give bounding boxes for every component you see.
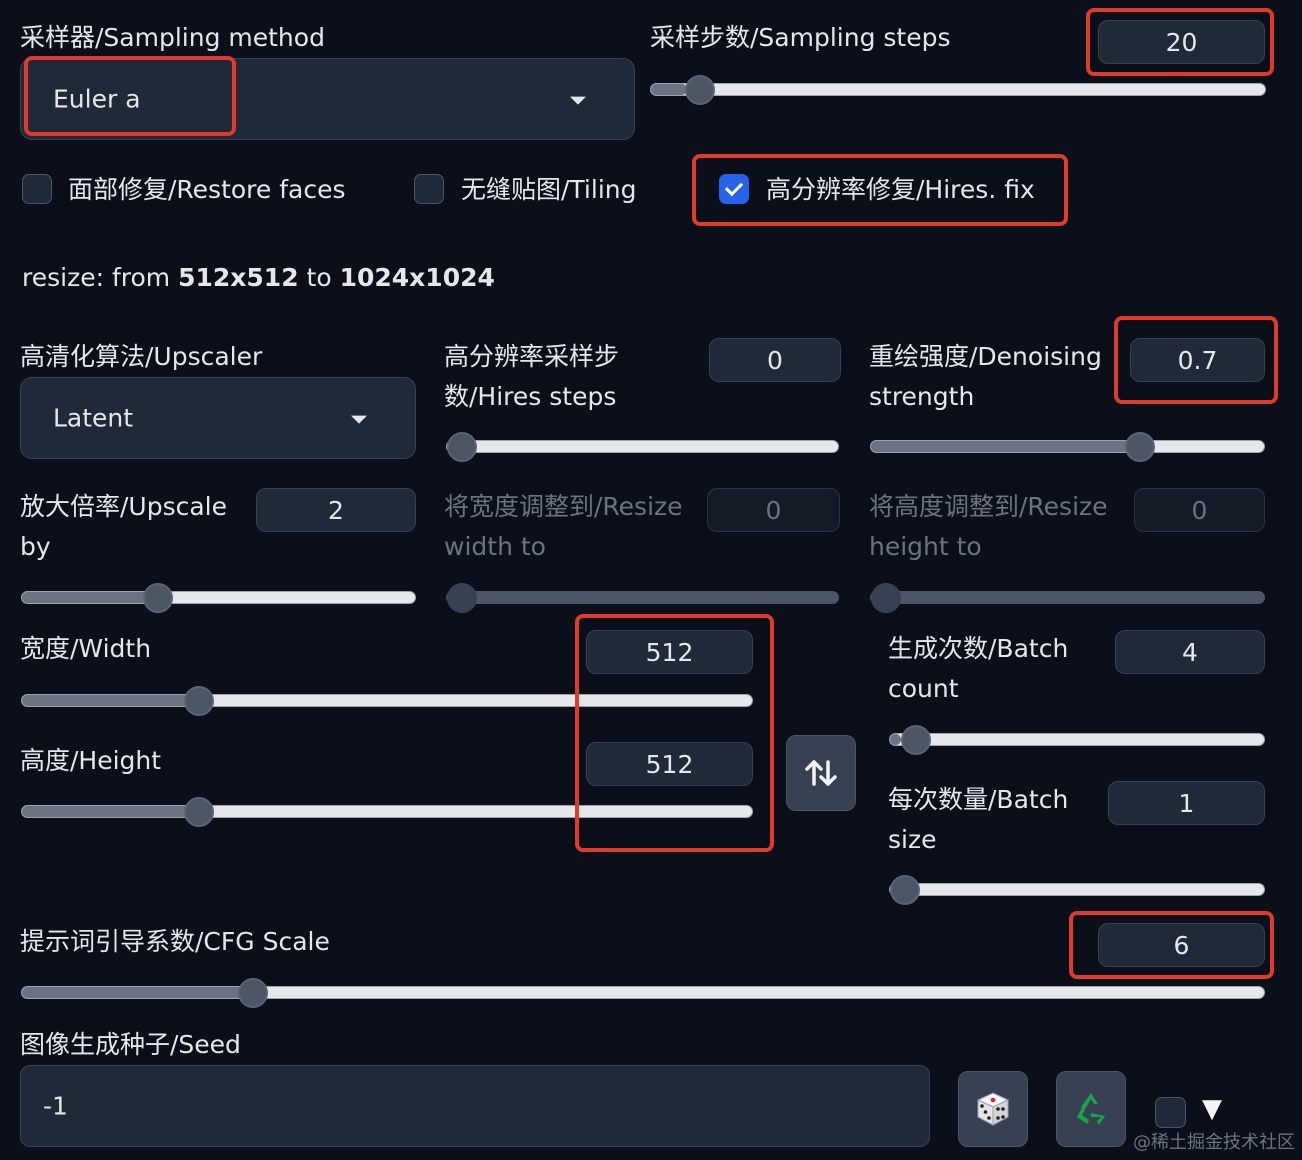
hires-steps-slider[interactable]: [446, 431, 839, 462]
resize-width-input[interactable]: 0: [707, 488, 840, 532]
resize-height-slider[interactable]: [870, 582, 1265, 613]
cfg-scale-slider-thumb[interactable]: [238, 977, 269, 1008]
highlight-hires-fix: [692, 154, 1068, 226]
upscaler-label: 高清化算法/Upscaler: [20, 342, 263, 371]
batch-size-slider[interactable]: [889, 874, 1265, 905]
resize-height-input[interactable]: 0: [1134, 488, 1265, 532]
resize-width-slider-thumb[interactable]: [447, 582, 477, 613]
restore-faces-checkbox[interactable]: [22, 174, 52, 204]
hires-steps-label: 高分辨率采样步数/Hires steps: [444, 342, 620, 411]
width-slider-thumb[interactable]: [183, 685, 214, 716]
upscale-by-label: 放大倍率/Upscale by: [20, 492, 228, 561]
random-seed-button[interactable]: [958, 1071, 1028, 1147]
height-slider-thumb[interactable]: [183, 796, 214, 827]
resize-from: 512x512: [178, 263, 299, 292]
dice-icon: [976, 1092, 1010, 1126]
highlight-sampler: [24, 56, 236, 136]
upscaler-dropdown[interactable]: Latent: [20, 377, 416, 459]
height-label: 高度/Height: [20, 746, 162, 775]
hires-steps-slider-thumb[interactable]: [447, 431, 477, 462]
resize-info: resize: from 512x512 to 1024x1024: [22, 263, 495, 292]
batch-size-input[interactable]: 1: [1108, 781, 1265, 825]
batch-size-label: 每次数量/Batch size: [888, 785, 1069, 854]
highlight-cfg-scale: [1069, 911, 1274, 979]
steps-slider-thumb[interactable]: [685, 74, 716, 105]
resize-to: 1024x1024: [339, 263, 495, 292]
resize-height-slider-thumb[interactable]: [871, 582, 901, 613]
highlight-width-height: [575, 614, 774, 852]
denoising-slider[interactable]: [870, 431, 1265, 462]
tiling-checkbox[interactable]: [414, 174, 444, 204]
resize-height-label: 将高度调整到/Resize height to: [869, 492, 1108, 561]
denoising-slider-thumb[interactable]: [1125, 431, 1156, 462]
steps-slider[interactable]: [650, 74, 1266, 105]
chevron-down-icon: [570, 96, 586, 105]
batch-count-label: 生成次数/Batch count: [888, 634, 1069, 703]
recycle-icon: [1077, 1093, 1105, 1125]
denoising-label: 重绘强度/Denoising strength: [869, 342, 1102, 411]
upscaler-value: Latent: [53, 403, 134, 433]
batch-count-slider-thumb[interactable]: [900, 724, 931, 755]
watermark: @稀土掘金技术社区: [1133, 1132, 1295, 1153]
resize-width-slider[interactable]: [446, 582, 839, 613]
chevron-down-icon: [351, 415, 367, 424]
upscale-by-input[interactable]: 2: [256, 488, 416, 532]
hires-steps-input[interactable]: 0: [709, 338, 841, 382]
batch-size-slider-thumb[interactable]: [890, 874, 920, 905]
steps-label: 采样步数/Sampling steps: [650, 23, 951, 52]
highlight-denoising: [1114, 316, 1278, 404]
seed-extra-toggle[interactable]: ▼: [1202, 1094, 1222, 1124]
seed-value: -1: [43, 1091, 68, 1121]
cfg-scale-slider[interactable]: [21, 977, 1265, 1008]
resize-width-label: 将宽度调整到/Resize width to: [444, 492, 683, 561]
swap-dimensions-button[interactable]: [786, 735, 856, 811]
sampler-label: 采样器/Sampling method: [20, 23, 325, 52]
seed-extra-checkbox[interactable]: [1155, 1097, 1186, 1128]
restore-faces-label: 面部修复/Restore faces: [68, 175, 346, 204]
reuse-seed-button[interactable]: [1056, 1071, 1126, 1147]
cfg-scale-label: 提示词引导系数/CFG Scale: [20, 927, 330, 956]
seed-label: 图像生成种子/Seed: [20, 1030, 241, 1059]
batch-count-slider[interactable]: [889, 724, 1265, 755]
width-label: 宽度/Width: [20, 634, 152, 663]
tiling-label: 无缝贴图/Tiling: [461, 175, 637, 204]
upscale-by-slider[interactable]: [21, 582, 416, 613]
highlight-steps: [1086, 8, 1274, 76]
batch-count-input[interactable]: 4: [1115, 630, 1265, 674]
upscale-by-slider-thumb[interactable]: [142, 582, 173, 613]
swap-vertical-icon: [805, 760, 837, 786]
seed-input[interactable]: -1: [20, 1065, 930, 1147]
